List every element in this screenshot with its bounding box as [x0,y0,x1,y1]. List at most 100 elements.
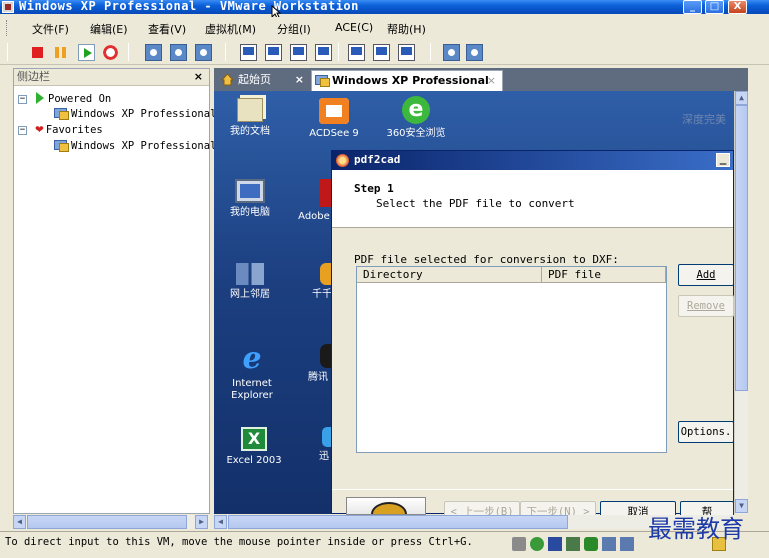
add-button-label: Add [696,269,716,281]
file-list-label: PDF file selected for conversion to DXF: [354,253,619,266]
menu-file[interactable]: 文件(F) [32,21,69,37]
quick-switch-icon[interactable] [240,44,257,61]
dialog-minimize-button[interactable]: _ [716,153,730,167]
sidebar-title: 侧边栏 [17,70,50,83]
desktop-label: 千千 [312,289,332,300]
toolbar-separator [225,43,226,61]
console-view-icon[interactable] [315,44,332,61]
tab-home[interactable]: 起始页 × [218,70,310,91]
power-off-icon[interactable] [32,47,43,58]
summary-view-icon[interactable] [290,44,307,61]
collapse-toggle-icon[interactable]: − [18,126,27,135]
vmware-app-icon [2,1,14,13]
collapse-toggle-icon[interactable]: − [18,95,27,104]
close-button[interactable]: X [728,0,747,14]
desktop-label: ACDSee 9 [309,128,359,139]
toolbar [0,40,769,65]
revert-snapshot-icon[interactable] [170,44,187,61]
vertical-scroll-thumb[interactable] [735,105,748,391]
power-on-icon [36,92,44,104]
sidebar-close-icon[interactable]: × [194,69,203,85]
step-header: Step 1 Select the PDF file to convert [332,170,733,228]
desktop-icon-internet-explorer[interactable]: e Internet Explorer [222,344,282,402]
settings-icon[interactable] [466,44,483,61]
toolbar-grip [7,43,8,61]
desktop-icon-excel[interactable]: X Excel 2003 [222,427,286,467]
menu-team[interactable]: 分组(I) [277,21,311,37]
maximize-button[interactable]: □ [705,0,724,14]
sidebar-scroll-thumb[interactable] [27,515,187,529]
desktop-watermark: 深度完美 [682,113,726,126]
remove-button: Remove [678,295,734,317]
unity-icon[interactable] [348,44,365,61]
tab-vm[interactable]: Windows XP Professional × [311,70,503,91]
scroll-right-icon[interactable]: ▶ [195,515,208,529]
desktop-label: 网上邻居 [230,289,270,300]
favorites-heart-icon: ❤ [35,124,44,136]
pdf2cad-logo [346,497,426,515]
desktop-icon-360-browser[interactable]: e 360安全浏览 [377,96,455,140]
menu-edit[interactable]: 编辑(E) [90,21,128,37]
vertical-scrollbar[interactable]: ▲ ▼ [734,91,748,514]
floppy-icon[interactable] [548,537,562,551]
minimize-button[interactable]: _ [683,0,702,14]
cd-rom-icon[interactable] [530,537,544,551]
pdf-file-list[interactable]: Directory PDF file [356,266,667,453]
desktop-label: Internet Explorer [231,378,273,401]
scroll-left-icon[interactable]: ◀ [13,515,26,529]
my-documents-icon [237,98,263,122]
pause-icon[interactable] [52,44,69,61]
desktop-icon-my-documents[interactable]: 我的文档 [224,98,276,138]
sidebar: 侧边栏 × − Powered On Windows XP Profession… [13,68,216,514]
menu-view[interactable]: 查看(V) [148,21,186,37]
360-browser-icon: e [402,96,430,124]
add-button[interactable]: Add [678,264,734,286]
desktop-icon-acdsee[interactable]: ACDSee 9 [304,98,364,140]
toolbar-separator [128,43,129,61]
sound-icon[interactable] [602,537,616,551]
full-screen-icon[interactable] [265,44,282,61]
column-header-pdf-file[interactable]: PDF file [542,267,666,283]
menu-bar: 文件(F) 编辑(E) 查看(V) 虚拟机(M) 分组(I) ACE(C) 帮助… [0,17,769,39]
remove-button-label: Remove [687,300,725,312]
printer-icon[interactable] [620,537,634,551]
desktop-icon-adobe[interactable]: Adobe [294,179,334,223]
tree-label-powered-on: Powered On [48,93,112,105]
devices-icon[interactable] [373,44,390,61]
usb-icon[interactable] [584,537,598,551]
power-on-icon[interactable] [78,44,95,61]
tree-item-vm-favorite[interactable]: Windows XP Professional [54,138,216,154]
network-icon[interactable] [566,537,580,551]
clone-icon[interactable] [443,44,460,61]
column-header-directory[interactable]: Directory [357,267,542,283]
tab-vm-close-icon[interactable]: × [487,71,496,91]
sidebar-header: 侧边栏 × [14,69,209,86]
sidebar-horizontal-scrollbar[interactable]: ◀ ▶ [13,515,210,529]
team-icon[interactable] [398,44,415,61]
snapshot-icon[interactable] [145,44,162,61]
scroll-left-icon[interactable]: ◀ [214,515,227,529]
tree-item-vm[interactable]: Windows XP Professional [54,106,216,122]
my-computer-icon [235,179,265,203]
menu-vm[interactable]: 虚拟机(M) [205,21,256,37]
console-scroll-thumb[interactable] [228,515,568,529]
snapshot-manager-icon[interactable] [195,44,212,61]
hard-disk-icon[interactable] [512,537,526,551]
desktop-label: 迅 [319,451,329,462]
menu-help[interactable]: 帮助(H) [387,21,426,37]
corner-watermark: 最需教育 [648,515,744,543]
menu-ace[interactable]: ACE(C) [335,21,373,34]
dialog-title-bar[interactable]: pdf2cad _ [332,151,733,170]
reset-icon[interactable] [102,44,119,61]
tree-group-powered-on[interactable]: − Powered On [18,91,111,107]
desktop-icon-my-computer[interactable]: 我的电脑 [224,179,276,219]
options-button[interactable]: Options. [678,421,734,443]
excel-icon: X [241,427,267,451]
pdf2cad-dialog: pdf2cad _ Step 1 Select the PDF file to … [331,150,734,523]
tab-home-close-icon[interactable]: × [295,70,304,90]
tree-group-favorites[interactable]: − ❤ Favorites [18,122,103,138]
desktop-icon-network[interactable]: 网上邻居 [224,263,276,301]
desktop-icon-tencent[interactable]: 腾讯 [302,344,334,384]
vm-icon [54,107,69,120]
scroll-up-icon[interactable]: ▲ [735,91,748,105]
